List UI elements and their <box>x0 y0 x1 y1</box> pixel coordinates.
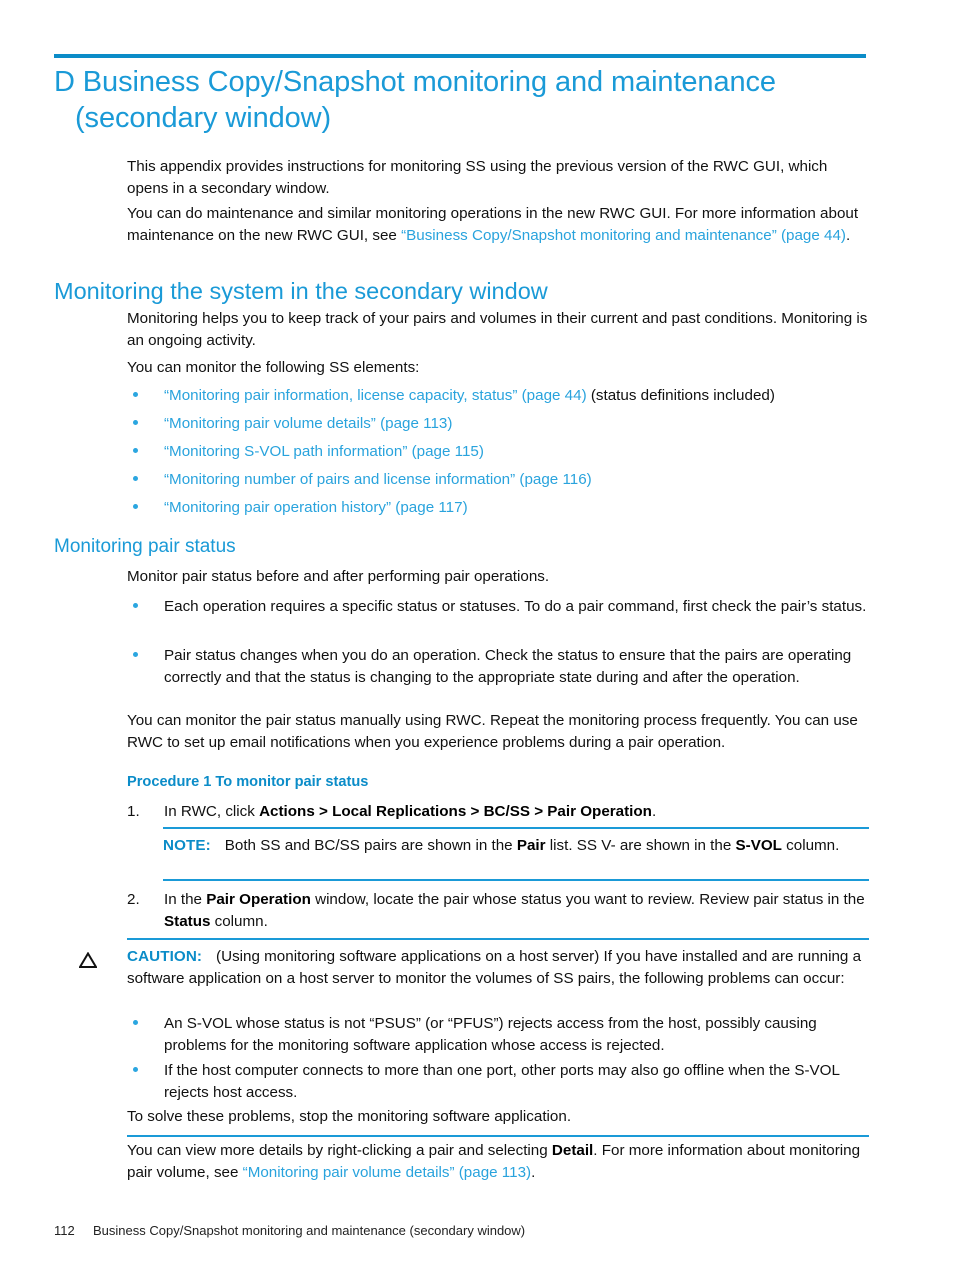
note-top-rule <box>163 827 869 829</box>
list-item: An S-VOL whose status is not “PSUS” (or … <box>127 1013 869 1056</box>
list-item-text: If the host computer connects to more th… <box>164 1062 840 1101</box>
list-item-text: “Monitoring number of pairs and license … <box>127 469 869 491</box>
caution-closing-text: To solve these problems, stop the monito… <box>127 1108 572 1125</box>
list-item-tail: (status definitions included) <box>586 387 775 404</box>
step-text: In RWC, click Actions > Local Replicatio… <box>127 801 869 823</box>
note-label: NOTE: <box>163 837 211 854</box>
document-page: D Business Copy/Snapshot monitoring and … <box>0 0 954 1271</box>
closing-paragraph: You can view more details by right-click… <box>127 1140 869 1183</box>
cross-reference-link-pair-volume-details[interactable]: “Monitoring pair volume details” (page 1… <box>164 415 452 432</box>
procedure-step-1: 1. In RWC, click Actions > Local Replica… <box>127 801 869 823</box>
list-item: If the host computer connects to more th… <box>127 1060 869 1103</box>
detail-menu-bold: Detail <box>551 1142 594 1159</box>
bullet-dot-icon <box>133 1067 138 1072</box>
chapter-title-line2: (secondary window) <box>75 102 332 134</box>
caution-bottom-rule <box>127 1135 869 1137</box>
note-bottom-rule <box>163 879 869 881</box>
caution-body-text: (Using monitoring software applications … <box>127 948 862 987</box>
procedure-step-2: 2. In the Pair Operation window, locate … <box>127 889 869 932</box>
caution-label: CAUTION: <box>127 948 203 965</box>
closing-post: . <box>531 1163 536 1181</box>
monitoring-system-paragraph-1: Monitoring helps you to keep track of yo… <box>127 310 868 349</box>
list-item: “Monitoring number of pairs and license … <box>127 469 869 491</box>
intro-paragraph-1: This appendix provides instructions for … <box>127 156 869 199</box>
chapter-top-rule <box>54 54 866 58</box>
list-item: “Monitoring pair information, license ca… <box>127 385 869 407</box>
menu-path-bold: Actions > Local Replications > BC/SS > P… <box>259 803 652 820</box>
list-item-text: “Monitoring pair operation history” (pag… <box>127 497 869 519</box>
cross-reference-link-bc-ss-monitoring[interactable]: “Business Copy/Snapshot monitoring and m… <box>401 227 846 244</box>
list-item-text: Pair status changes when you do an opera… <box>164 647 852 686</box>
pair-status-paragraph-1: Monitor pair status before and after per… <box>127 568 550 585</box>
list-item: “Monitoring S-VOL path information” (pag… <box>127 441 869 463</box>
column-name-bold: Status <box>164 912 211 930</box>
note-text-part1: Both SS and BC/SS pairs are shown in the <box>224 837 517 854</box>
bullet-dot-icon <box>133 392 138 397</box>
footer-page-number: 112 <box>54 1223 75 1238</box>
cross-reference-link-pair-information[interactable]: “Monitoring pair information, license ca… <box>164 387 587 404</box>
note-bold-svol: S-VOL <box>735 837 782 854</box>
bullet-dot-icon <box>133 476 138 481</box>
step-text-post: . <box>651 803 657 820</box>
bullet-dot-icon <box>133 420 138 425</box>
closing-pre: You can view more details by right-click… <box>127 1142 552 1159</box>
step-number: 2. <box>127 891 140 908</box>
cross-reference-link-pair-volume-details-2[interactable]: “Monitoring pair volume details” (page 1… <box>243 1164 531 1181</box>
chapter-title-line1: D Business Copy/Snapshot monitoring and … <box>54 66 776 98</box>
cross-reference-link-number-of-pairs-license[interactable]: “Monitoring number of pairs and license … <box>164 471 592 488</box>
pair-status-paragraph-2: You can monitor the pair status manually… <box>127 712 858 751</box>
bullet-dot-icon <box>133 448 138 453</box>
caution-admonition: CAUTION: (Using monitoring software appli… <box>127 946 869 989</box>
step-text-mid: window, locate the pair whose status you… <box>310 891 865 908</box>
cross-reference-link-pair-operation-history[interactable]: “Monitoring pair operation history” (pag… <box>164 499 468 516</box>
bullet-dot-icon <box>133 1020 138 1025</box>
window-name-bold: Pair Operation <box>206 891 311 908</box>
procedure-heading: Procedure 1 To monitor pair status <box>127 774 369 790</box>
step-number: 1. <box>127 803 140 820</box>
intro-paragraph-2: You can do maintenance and similar monit… <box>127 203 869 246</box>
warning-triangle-icon <box>79 952 97 968</box>
bullet-dot-icon <box>133 652 138 657</box>
list-item-text: “Monitoring S-VOL path information” (pag… <box>127 441 869 463</box>
section-heading-monitoring-system: Monitoring the system in the secondary w… <box>54 278 548 304</box>
cross-reference-link-svol-path-information[interactable]: “Monitoring S-VOL path information” (pag… <box>164 443 484 460</box>
section-heading-monitoring-pair-status: Monitoring pair status <box>54 536 236 557</box>
note-text-part2: list. SS V- are shown in the <box>545 837 736 854</box>
list-item: Pair status changes when you do an opera… <box>127 645 869 688</box>
bullet-dot-icon <box>133 603 138 608</box>
list-item-text: Each operation requires a specific statu… <box>164 598 867 615</box>
page-footer: 112 Business Copy/Snapshot monitoring and… <box>54 1222 525 1239</box>
intro-paragraph-2-tail: . <box>846 226 851 244</box>
note-text-part3: column. <box>781 837 840 854</box>
caution-top-rule <box>127 938 869 940</box>
step-text-pre: In the <box>164 891 207 908</box>
list-item: Each operation requires a specific statu… <box>127 596 869 618</box>
bullet-dot-icon <box>133 504 138 509</box>
list-item: “Monitoring pair operation history” (pag… <box>127 497 869 519</box>
note-bold-pair: Pair <box>516 837 546 854</box>
step-text-post: column. <box>210 912 268 930</box>
list-item-text: An S-VOL whose status is not “PSUS” (or … <box>164 1015 817 1054</box>
monitoring-system-paragraph-2: You can monitor the following SS element… <box>127 359 420 376</box>
list-item: “Monitoring pair volume details” (page 1… <box>127 413 869 435</box>
page-title: D Business Copy/Snapshot monitoring and … <box>54 64 884 136</box>
list-item-text: “Monitoring pair information, license ca… <box>127 385 869 407</box>
step-text: In the Pair Operation window, locate the… <box>127 889 869 932</box>
list-item-text: “Monitoring pair volume details” (page 1… <box>127 413 869 435</box>
footer-title: Business Copy/Snapshot monitoring and ma… <box>93 1223 526 1238</box>
note-admonition: NOTE: Both SS and BC/SS pairs are shown i… <box>163 835 869 857</box>
intro-paragraph-1-text: This appendix provides instructions for … <box>127 158 828 197</box>
step-text-pre: In RWC, click <box>164 803 260 820</box>
